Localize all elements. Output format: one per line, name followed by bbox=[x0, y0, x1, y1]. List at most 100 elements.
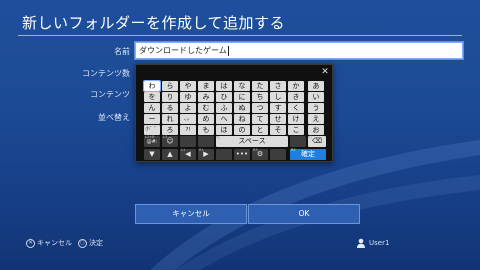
kana-key[interactable]: せ bbox=[270, 114, 286, 124]
kana-key[interactable]: を bbox=[144, 92, 160, 102]
kana-key[interactable]: う bbox=[308, 103, 324, 113]
kana-key[interactable]: て bbox=[252, 114, 268, 124]
kana-key[interactable]: あ bbox=[308, 81, 324, 91]
sort-label: 並べ替え bbox=[98, 113, 130, 122]
kana-key[interactable]: 、。 bbox=[180, 114, 196, 124]
user-name: User1 bbox=[369, 239, 390, 247]
footer-cancel-hint: ✕ キャンセル ○ 決定 bbox=[26, 238, 103, 248]
kana-key[interactable]: め bbox=[198, 114, 214, 124]
arrow-down-key[interactable]: ▼ bbox=[144, 149, 160, 160]
kana-key[interactable]: お bbox=[308, 125, 324, 135]
mode-key-tag: L2+R bbox=[145, 135, 155, 139]
emoji-key[interactable]: L3 ☺ bbox=[162, 135, 178, 147]
settings-key[interactable]: R3 ⚙ bbox=[252, 148, 268, 160]
arrow-left-icon: ◀ bbox=[185, 150, 191, 158]
kana-key[interactable]: そ bbox=[270, 125, 286, 135]
kana-key[interactable]: つ bbox=[252, 103, 268, 113]
kana-key[interactable]: ま bbox=[198, 81, 214, 91]
l3-tag: L3 bbox=[163, 135, 168, 139]
kana-key[interactable]: ほ bbox=[216, 125, 232, 135]
kana-key[interactable]: す bbox=[270, 103, 286, 113]
kana-key[interactable]: ひ bbox=[216, 92, 232, 102]
r1-tag: R1 bbox=[199, 148, 204, 152]
kana-key[interactable]: さ bbox=[270, 81, 286, 91]
l1-tag: L1 bbox=[181, 148, 186, 152]
contents-label: コンテンツ bbox=[90, 90, 130, 99]
arrow-left-key[interactable]: L1 ◀ bbox=[180, 148, 196, 160]
kana-key[interactable]: い bbox=[308, 92, 324, 102]
kana-key[interactable]: ゆ bbox=[180, 92, 196, 102]
arrow-right-key[interactable]: R1 ▶ bbox=[198, 148, 214, 160]
kana-key[interactable]: ふ bbox=[216, 103, 232, 113]
confirm-key[interactable]: R2 確定 bbox=[290, 148, 326, 160]
kana-key[interactable]: ん bbox=[144, 103, 160, 113]
name-value: ダウンロードしたゲーム bbox=[139, 46, 227, 55]
smile-icon: ☺ bbox=[166, 137, 174, 145]
arrow-up-key[interactable]: ▲ bbox=[162, 149, 178, 160]
backspace-key[interactable]: □ ⌫ bbox=[308, 135, 326, 147]
arrow-down-icon: ▼ bbox=[149, 150, 155, 158]
kana-key[interactable]: ぬ bbox=[234, 103, 250, 113]
arrow-up-icon: ▲ bbox=[167, 150, 173, 158]
more-key[interactable]: ••• bbox=[234, 149, 250, 160]
kana-key[interactable]: ?! bbox=[180, 125, 196, 135]
cancel-button[interactable]: キャンセル bbox=[135, 204, 247, 224]
kana-key[interactable]: ら bbox=[162, 81, 178, 91]
kana-key[interactable]: に bbox=[234, 92, 250, 102]
kana-key[interactable]: 小゛゜ bbox=[144, 125, 160, 135]
user-icon bbox=[357, 238, 365, 248]
space-key[interactable]: △ スペース bbox=[216, 135, 288, 147]
kana-key[interactable]: け bbox=[288, 114, 304, 124]
mode-switch-key[interactable]: L2+R @#: bbox=[144, 135, 160, 147]
circle-button-icon: ○ bbox=[78, 238, 87, 248]
kana-key[interactable]: え bbox=[308, 114, 324, 124]
text-caret bbox=[227, 45, 229, 56]
backspace-tag: □ bbox=[309, 135, 313, 139]
keyboard-close-button[interactable]: ✕ bbox=[320, 67, 330, 77]
kana-key[interactable]: の bbox=[234, 125, 250, 135]
kana-key[interactable]: き bbox=[288, 92, 304, 102]
gear-icon: ⚙ bbox=[256, 150, 264, 158]
kana-key[interactable]: く bbox=[288, 103, 304, 113]
kana-key[interactable]: ろ bbox=[162, 125, 178, 135]
contents-count-label: コンテンツ数 bbox=[82, 69, 130, 78]
kana-key[interactable]: こ bbox=[288, 125, 304, 135]
backspace-icon: ⌫ bbox=[312, 137, 322, 145]
user-indicator: User1 bbox=[356, 238, 389, 248]
spacer-key bbox=[270, 149, 286, 160]
folder-name-input[interactable]: ダウンロードしたゲーム bbox=[135, 42, 463, 59]
kana-key[interactable]: ち bbox=[252, 92, 268, 102]
kana-key[interactable]: し bbox=[270, 92, 286, 102]
kana-key[interactable]: た bbox=[252, 81, 268, 91]
footer-cancel-label: キャンセル bbox=[37, 239, 72, 247]
spacer-key bbox=[180, 136, 196, 147]
spacer-key bbox=[290, 136, 306, 147]
kana-key[interactable]: ね bbox=[234, 114, 250, 124]
kana-key[interactable]: り bbox=[162, 92, 178, 102]
kana-key[interactable]: み bbox=[198, 92, 214, 102]
spacer-key bbox=[216, 149, 232, 160]
kana-key[interactable]: か bbox=[288, 81, 304, 91]
kana-key[interactable]: る bbox=[162, 103, 178, 113]
r2-tag: R2 bbox=[291, 148, 296, 152]
kana-key[interactable]: な bbox=[234, 81, 250, 91]
space-tag: △ bbox=[217, 135, 220, 139]
title-divider bbox=[18, 35, 462, 36]
kana-key[interactable]: へ bbox=[216, 114, 232, 124]
cross-button-icon: ✕ bbox=[26, 238, 35, 248]
ok-button[interactable]: OK bbox=[248, 204, 360, 224]
footer-confirm-label: 決定 bbox=[89, 239, 103, 247]
kana-key[interactable]: わ bbox=[143, 80, 161, 92]
kana-key[interactable]: も bbox=[198, 125, 214, 135]
kana-key[interactable]: れ bbox=[162, 114, 178, 124]
r3-tag: R3 bbox=[253, 148, 258, 152]
kana-key[interactable]: は bbox=[216, 81, 232, 91]
kana-key[interactable]: よ bbox=[180, 103, 196, 113]
kana-key[interactable]: や bbox=[180, 81, 196, 91]
dialog-title: 新しいフォルダーを作成して追加する bbox=[22, 14, 286, 32]
kana-key[interactable]: と bbox=[252, 125, 268, 135]
spacer-key bbox=[198, 136, 214, 147]
confirm-label: 確定 bbox=[301, 150, 315, 158]
kana-key[interactable]: む bbox=[198, 103, 214, 113]
kana-key[interactable]: ー bbox=[144, 114, 160, 124]
